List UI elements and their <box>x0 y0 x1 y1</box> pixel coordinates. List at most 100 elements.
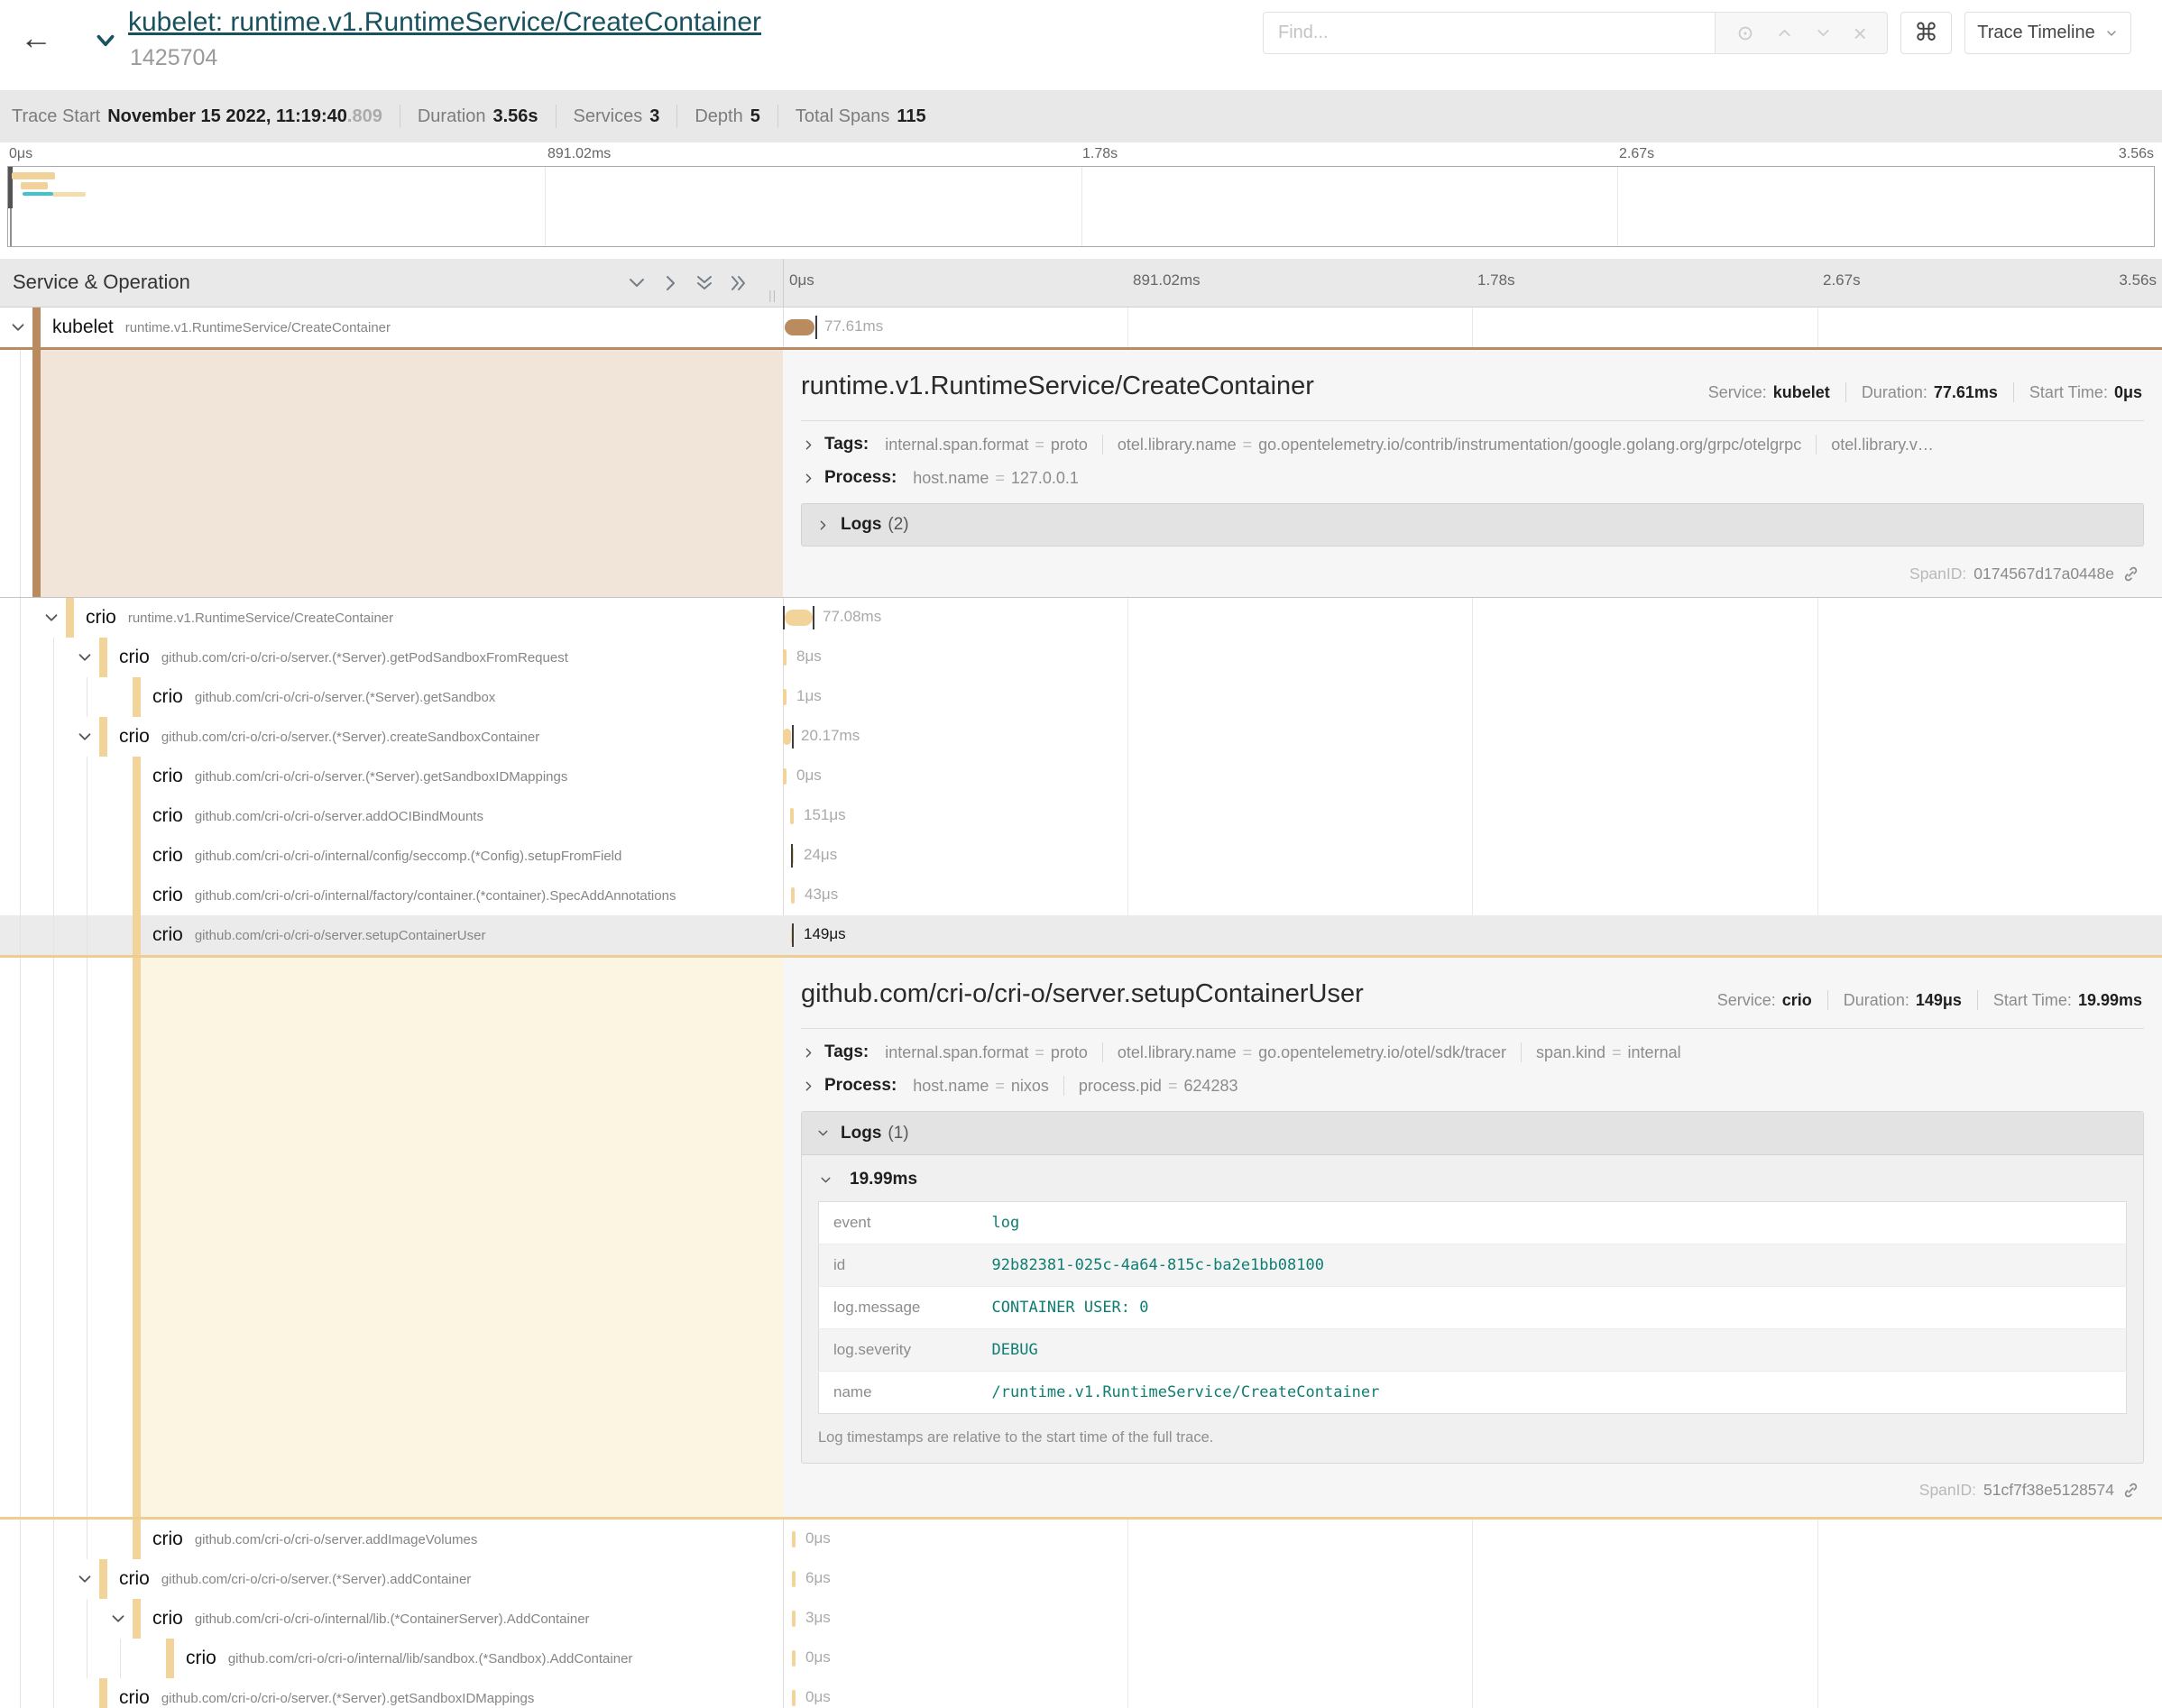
keyboard-shortcuts-button[interactable]: ⌘ <box>1900 12 1952 54</box>
link-icon[interactable] <box>2121 565 2140 583</box>
chevron-down-icon[interactable] <box>8 317 28 337</box>
span-row-name: criogithub.com/cri-o/cri-o/server.setupC… <box>0 915 783 955</box>
span-bar-lane[interactable]: 3μs <box>783 1599 2162 1639</box>
back-arrow-icon[interactable]: ← <box>20 22 52 54</box>
span-color-bar <box>99 1678 107 1708</box>
collapse-one-icon[interactable] <box>660 272 682 294</box>
span-bar-lane[interactable]: 151μs <box>783 796 2162 836</box>
service-name: crio <box>152 766 183 787</box>
span-bar-lane[interactable]: 20.17ms <box>783 717 2162 757</box>
span-duration-label: 1μs <box>796 687 822 705</box>
log-field-value: /runtime.v1.RuntimeService/CreateContain… <box>978 1372 2127 1414</box>
indent-guide <box>53 1599 54 1639</box>
span-row[interactable]: criogithub.com/cri-o/cri-o/server.(*Serv… <box>0 1678 2162 1708</box>
minimap-gridline <box>1081 167 1082 246</box>
span-row[interactable]: criogithub.com/cri-o/cri-o/internal/lib/… <box>0 1639 2162 1678</box>
span-duration-bar <box>792 1531 796 1547</box>
chevron-down-icon[interactable] <box>108 1609 128 1629</box>
service-operation-header: Service & Operation <box>13 271 190 294</box>
chevron-right-icon[interactable] <box>801 1079 816 1094</box>
logs-section-expanded: Logs(1)19.99mseventlogid92b82381-025c-4a… <box>801 1111 2144 1464</box>
span-detail-panel: runtime.v1.RuntimeService/CreateContaine… <box>0 347 2162 598</box>
column-resizer-grip[interactable]: || <box>768 288 777 300</box>
span-bar-lane[interactable]: 0μs <box>783 1520 2162 1559</box>
span-bar-lane[interactable]: 77.08ms <box>783 598 2162 638</box>
chevron-down-icon[interactable] <box>75 647 95 667</box>
collapse-all-icon[interactable] <box>728 272 750 294</box>
logs-section-header[interactable]: Logs(1) <box>802 1112 2143 1155</box>
span-bar-lane[interactable]: 149μs <box>783 915 2162 955</box>
logs-section-header[interactable]: Logs(2) <box>801 503 2144 546</box>
chevron-right-icon[interactable] <box>801 1045 816 1061</box>
chevron-down-icon <box>818 1172 833 1188</box>
span-bar-lane[interactable]: 43μs <box>783 876 2162 915</box>
span-row-labels: crioruntime.v1.RuntimeService/CreateCont… <box>86 598 783 638</box>
span-bar-lane[interactable]: 24μs <box>783 836 2162 876</box>
span-bar-lane[interactable]: 0μs <box>783 757 2162 796</box>
column-divider[interactable] <box>783 259 784 307</box>
span-bar-lane[interactable]: 77.61ms <box>783 308 2162 347</box>
find-prev-icon[interactable] <box>1775 23 1794 42</box>
span-row[interactable]: criogithub.com/cri-o/cri-o/server.(*Serv… <box>0 638 2162 677</box>
find-next-icon[interactable] <box>1814 23 1833 42</box>
chevron-down-icon[interactable] <box>75 727 95 747</box>
indent-guide <box>20 1520 21 1559</box>
equals-sign: = <box>1243 436 1253 455</box>
link-icon[interactable] <box>2121 1481 2140 1500</box>
span-row[interactable]: criogithub.com/cri-o/cri-o/server.(*Serv… <box>0 677 2162 717</box>
span-detail-title: runtime.v1.RuntimeService/CreateContaine… <box>801 372 1314 401</box>
indent-guide <box>20 1599 21 1639</box>
span-id-label: SpanID: <box>1909 565 1966 583</box>
tags-key: internal.span.format <box>885 1043 1028 1062</box>
equals-sign: = <box>1168 1077 1178 1096</box>
span-row[interactable]: criogithub.com/cri-o/cri-o/internal/conf… <box>0 836 2162 876</box>
locate-target-icon[interactable] <box>1735 23 1755 43</box>
span-bar-lane[interactable]: 0μs <box>783 1639 2162 1678</box>
span-row[interactable]: kubeletruntime.v1.RuntimeService/CreateC… <box>0 308 2162 347</box>
indent-guide <box>20 1559 21 1599</box>
minimap-canvas[interactable] <box>7 166 2155 247</box>
services-label: Services <box>574 106 643 127</box>
detail-panel-highlight <box>141 958 783 1517</box>
trace-view-selector[interactable]: Trace Timeline <box>1964 12 2131 54</box>
span-bar-lane[interactable]: 1μs <box>783 677 2162 717</box>
span-row[interactable]: criogithub.com/cri-o/cri-o/server.setupC… <box>0 915 2162 955</box>
service-label: Service: <box>1717 991 1776 1010</box>
find-input[interactable] <box>1263 12 1716 54</box>
minimap-tick: 2.67s <box>1619 146 1654 162</box>
span-row[interactable]: crioruntime.v1.RuntimeService/CreateCont… <box>0 598 2162 638</box>
collapse-trace-header-icon[interactable] <box>87 29 124 52</box>
chevron-right-icon[interactable] <box>801 437 816 453</box>
chevron-down-icon[interactable] <box>41 608 61 628</box>
duration-label: Duration <box>418 106 486 127</box>
span-row[interactable]: criogithub.com/cri-o/cri-o/server.(*Serv… <box>0 717 2162 757</box>
span-color-bar <box>133 876 141 915</box>
operation-name: github.com/cri-o/cri-o/internal/config/s… <box>195 849 622 864</box>
span-row-name: criogithub.com/cri-o/cri-o/server.(*Serv… <box>0 1678 783 1708</box>
duration-label: Duration: <box>1862 383 1927 402</box>
service-name: crio <box>152 686 183 708</box>
trace-title-link[interactable]: kubelet: runtime.v1.RuntimeService/Creat… <box>128 7 761 38</box>
span-bar-lane[interactable]: 8μs <box>783 638 2162 677</box>
span-duration-label: 8μs <box>796 647 822 666</box>
process-item: host.name=nixos <box>913 1077 1049 1096</box>
span-bar-lane[interactable]: 0μs <box>783 1678 2162 1708</box>
chevron-right-icon[interactable] <box>801 471 816 486</box>
span-row[interactable]: criogithub.com/cri-o/cri-o/server.(*Serv… <box>0 1559 2162 1599</box>
span-row[interactable]: criogithub.com/cri-o/cri-o/internal/lib.… <box>0 1599 2162 1639</box>
span-row[interactable]: criogithub.com/cri-o/cri-o/server.(*Serv… <box>0 757 2162 796</box>
chevron-down-icon[interactable] <box>75 1569 95 1589</box>
indent-guide <box>53 1520 54 1559</box>
operation-name: github.com/cri-o/cri-o/server.addImageVo… <box>195 1532 477 1547</box>
log-entry-header[interactable]: 19.99ms <box>818 1170 2127 1189</box>
span-row[interactable]: criogithub.com/cri-o/cri-o/internal/fact… <box>0 876 2162 915</box>
span-row-name: crioruntime.v1.RuntimeService/CreateCont… <box>0 598 783 638</box>
expand-one-icon[interactable] <box>626 272 648 294</box>
tags-key: internal.span.format <box>885 436 1028 455</box>
expand-all-icon[interactable] <box>694 272 715 294</box>
span-bar-lane[interactable]: 6μs <box>783 1559 2162 1599</box>
span-row[interactable]: criogithub.com/cri-o/cri-o/server.addOCI… <box>0 796 2162 836</box>
find-clear-icon[interactable]: × <box>1854 22 1867 45</box>
trace-start-value: November 15 2022, 11:19:40 <box>107 106 347 127</box>
span-row[interactable]: criogithub.com/cri-o/cri-o/server.addIma… <box>0 1520 2162 1559</box>
